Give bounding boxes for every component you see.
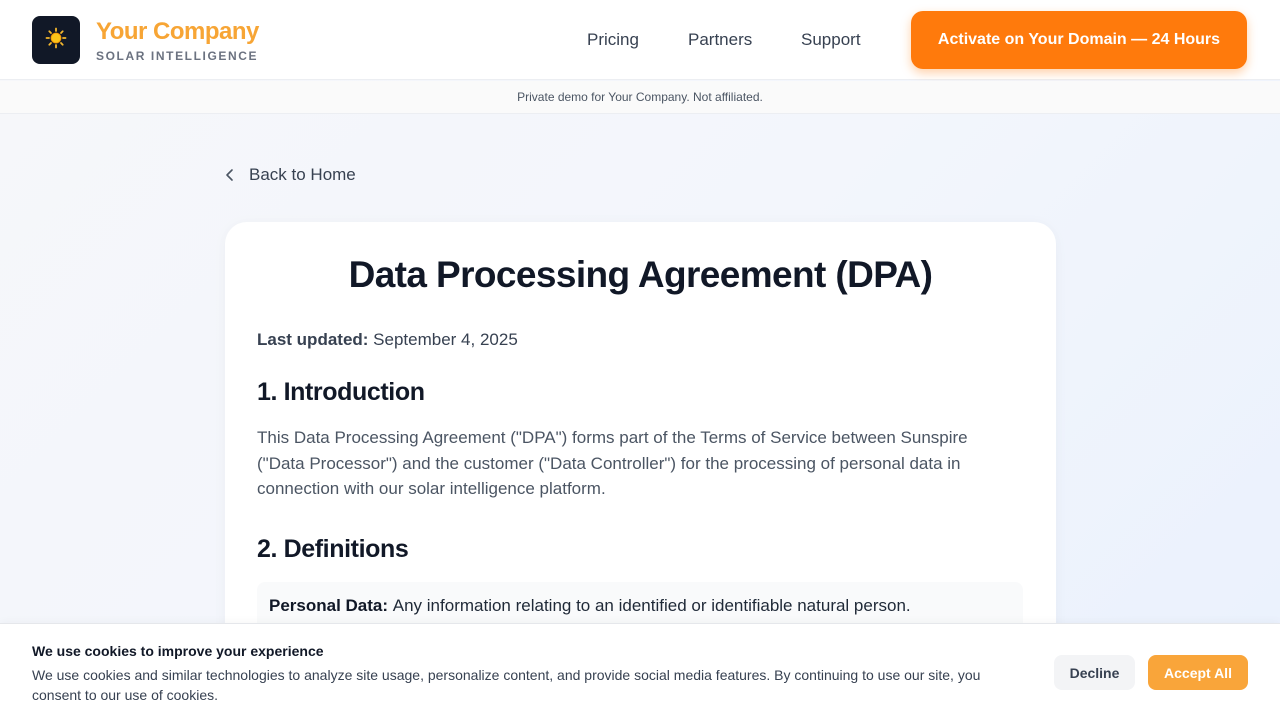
brand-tagline: SOLAR INTELLIGENCE xyxy=(96,49,259,63)
last-updated: Last updated: September 4, 2025 xyxy=(257,330,518,350)
section-heading-introduction: 1. Introduction xyxy=(257,378,425,406)
logo[interactable] xyxy=(32,16,80,64)
decline-cookies-button[interactable]: Decline xyxy=(1054,655,1135,690)
notice-text: Private demo for Your Company. Not affil… xyxy=(517,90,763,104)
affiliation-notice: Private demo for Your Company. Not affil… xyxy=(0,81,1280,114)
accept-cookies-button[interactable]: Accept All xyxy=(1148,655,1248,690)
nav-support[interactable]: Support xyxy=(801,30,861,50)
cookie-title: We use cookies to improve your experienc… xyxy=(32,643,324,659)
last-updated-label: Last updated: xyxy=(257,330,374,349)
last-updated-date: September 4, 2025 xyxy=(373,330,518,349)
site-header: Your Company SOLAR INTELLIGENCE Pricing … xyxy=(0,0,1280,80)
nav-partners[interactable]: Partners xyxy=(688,30,752,50)
section-heading-definitions: 2. Definitions xyxy=(257,535,409,563)
cookie-banner: We use cookies to improve your experienc… xyxy=(0,623,1280,720)
page-title: Data Processing Agreement (DPA) xyxy=(348,254,933,295)
back-link-label: Back to Home xyxy=(249,165,356,184)
back-to-home-link[interactable]: Back to Home xyxy=(225,165,356,185)
definition-text: Any information relating to an identifie… xyxy=(392,596,911,615)
definition-term: Personal Data: xyxy=(269,596,393,615)
nav-pricing[interactable]: Pricing xyxy=(587,30,639,50)
brand-name[interactable]: Your Company xyxy=(96,18,259,46)
activate-domain-button[interactable]: Activate on Your Domain — 24 Hours xyxy=(911,11,1247,69)
introduction-paragraph: This Data Processing Agreement ("DPA") f… xyxy=(257,428,968,498)
chevron-left-icon xyxy=(225,168,235,182)
cookie-text: We use cookies and similar technologies … xyxy=(32,667,981,703)
sun-icon xyxy=(45,27,67,54)
